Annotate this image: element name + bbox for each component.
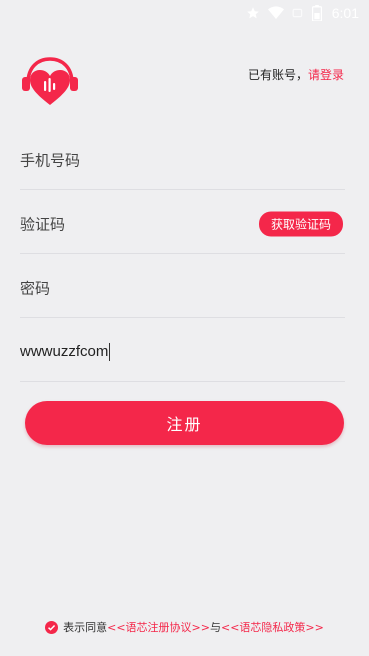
agreement-row: 表示同意 <<语芯注册协议>> 与 <<语芯隐私政策>> — [0, 619, 369, 635]
app-logo — [20, 55, 80, 109]
clock: 6:01 — [331, 5, 359, 21]
text-caret — [109, 342, 111, 361]
verification-code-field[interactable]: 验证码 获取验证码 — [20, 194, 345, 254]
login-link[interactable]: 请登录 — [308, 68, 344, 82]
agreement-and: 与 — [210, 621, 221, 634]
heart-headphones-icon — [22, 57, 78, 105]
star-icon — [246, 6, 260, 20]
privacy-link[interactable]: <<语芯隐私政策>> — [221, 619, 324, 635]
input-text: wwwuzzfcom — [20, 342, 109, 360]
signal-icon — [292, 6, 304, 20]
status-bar: 6:01 — [0, 0, 369, 26]
text-input-field[interactable]: wwwuzzfcom — [20, 322, 345, 382]
password-field[interactable]: 密码 — [20, 258, 345, 318]
password-placeholder: 密码 — [20, 279, 51, 297]
login-prefix: 已有账号， — [247, 68, 308, 82]
code-placeholder: 验证码 — [20, 215, 66, 233]
register-button[interactable]: 注册 — [25, 401, 344, 445]
checkbox-checked-icon[interactable] — [45, 620, 59, 634]
phone-field[interactable]: 手机号码 — [20, 130, 345, 190]
terms-link[interactable]: <<语芯注册协议>> — [107, 619, 210, 635]
phone-placeholder: 手机号码 — [20, 151, 81, 169]
input-value: wwwuzzfcom — [20, 342, 111, 361]
agreement-prefix: 表示同意 — [63, 621, 108, 634]
battery-icon — [311, 5, 322, 21]
wifi-icon — [267, 6, 284, 20]
get-code-button[interactable]: 获取验证码 — [258, 211, 343, 236]
login-prompt: 已有账号，请登录 — [248, 66, 344, 83]
